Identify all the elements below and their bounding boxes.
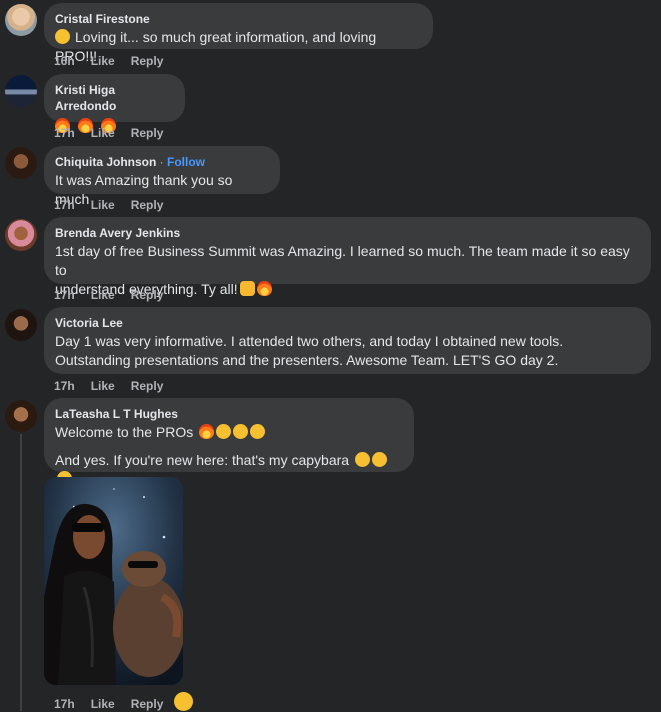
reply-button[interactable]: Reply — [131, 287, 164, 303]
comment-actions: 17h Like Reply — [54, 287, 179, 303]
like-button[interactable]: Like — [91, 287, 115, 303]
reply-thread-line — [20, 434, 22, 711]
comment-actions: 17h Like Reply — [54, 197, 179, 213]
comment-text-line2: Outstanding presentations and the presen… — [55, 352, 559, 368]
grin-reaction-icon[interactable] — [174, 692, 193, 711]
commenter-name[interactable]: Kristi Higa Arredondo — [55, 82, 173, 114]
timestamp[interactable]: 17h — [54, 125, 75, 141]
capybara-photo-image — [44, 477, 183, 685]
like-button[interactable]: Like — [91, 378, 115, 394]
laugh-emoji-icon — [250, 424, 266, 439]
commenter-name[interactable]: Cristal Firestone — [55, 11, 421, 27]
thumbs-up-emoji-icon — [239, 281, 255, 296]
smirk-emoji-icon — [55, 29, 70, 44]
separator: · — [159, 155, 164, 169]
commenter-name[interactable]: LaTeasha L T Hughes — [55, 406, 402, 422]
comment-actions: 17h Like Reply — [54, 378, 179, 394]
avatar[interactable] — [5, 4, 37, 36]
timestamp[interactable]: 16h — [54, 53, 75, 69]
like-button[interactable]: Like — [91, 197, 115, 213]
reply-button[interactable]: Reply — [131, 125, 164, 141]
avatar[interactable] — [5, 147, 37, 179]
follow-button[interactable]: Follow — [167, 155, 205, 169]
comment-bubble: Kristi Higa Arredondo — [44, 74, 185, 133]
reply-button[interactable]: Reply — [131, 696, 164, 712]
comment-photo[interactable] — [44, 477, 183, 685]
laugh-emoji-icon — [233, 424, 249, 439]
timestamp[interactable]: 17h — [54, 287, 75, 303]
comment-actions: 17h Like Reply — [54, 125, 179, 141]
hug-emoji-icon — [371, 452, 387, 467]
hug-emoji-icon — [354, 452, 370, 467]
timestamp[interactable]: 17h — [54, 378, 75, 394]
commenter-name[interactable]: Victoria Lee — [55, 315, 639, 331]
reply-button[interactable]: Reply — [131, 378, 164, 394]
comment-text-line1: 1st day of free Business Summit was Amaz… — [55, 243, 630, 278]
avatar[interactable] — [5, 219, 37, 251]
timestamp[interactable]: 17h — [54, 197, 75, 213]
comment-text-line1: Welcome to the PROs — [55, 423, 402, 442]
like-button[interactable]: Like — [91, 696, 115, 712]
like-button[interactable]: Like — [91, 53, 115, 69]
reply-button[interactable]: Reply — [131, 197, 164, 213]
fire-emoji-icon — [199, 424, 215, 439]
comment-bubble: Cristal Firestone Loving it... so much g… — [44, 3, 433, 64]
avatar[interactable] — [5, 400, 37, 432]
comment-bubble: Brenda Avery Jenkins 1st day of free Bus… — [44, 217, 651, 297]
reply-button[interactable]: Reply — [131, 53, 164, 69]
grimace-emoji-icon — [216, 424, 232, 439]
avatar[interactable] — [5, 309, 37, 341]
comment-bubble: Chiquita Johnson · Follow It was Amazing… — [44, 146, 280, 207]
comment-actions: 16h Like Reply — [54, 53, 179, 69]
fire-emoji-icon — [256, 281, 272, 296]
avatar[interactable] — [5, 75, 37, 107]
commenter-header: Chiquita Johnson · Follow — [55, 154, 268, 170]
like-button[interactable]: Like — [91, 125, 115, 141]
commenter-name[interactable]: Brenda Avery Jenkins — [55, 225, 639, 241]
comment-bubble: Victoria Lee Day 1 was very informative.… — [44, 307, 651, 374]
comment-actions: 17h Like Reply — [54, 696, 179, 712]
comment-text-line1: Day 1 was very informative. I attended t… — [55, 333, 564, 349]
comment-bubble: LaTeasha L T Hughes Welcome to the PROs … — [44, 398, 414, 486]
timestamp[interactable]: 17h — [54, 696, 75, 712]
commenter-name[interactable]: Chiquita Johnson — [55, 155, 156, 169]
